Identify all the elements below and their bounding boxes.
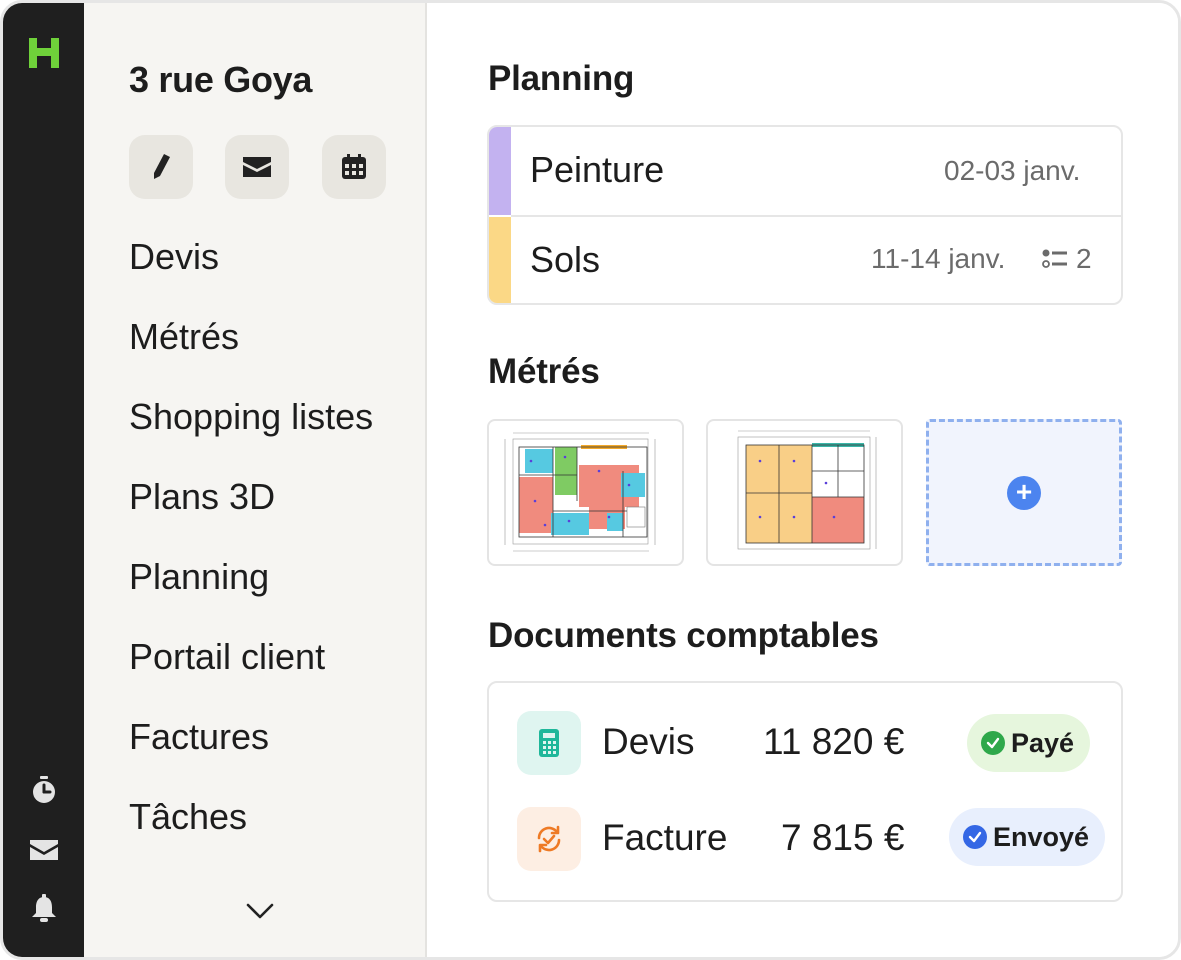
floor-plan-drawing [504, 432, 656, 552]
refresh-check-icon [517, 807, 581, 871]
status-badge-label: Envoyé [993, 821, 1090, 852]
mail-button[interactable] [225, 135, 289, 199]
nav-item-factures[interactable]: Factures [129, 713, 373, 793]
planning-row[interactable]: Peinture 02-03 janv. [489, 127, 1121, 215]
nav-item-taches[interactable]: Tâches [129, 793, 373, 873]
calculator-icon [517, 711, 581, 775]
pencil-icon [154, 154, 170, 179]
calendar-icon [342, 154, 366, 179]
planning-color-bar [489, 127, 511, 215]
app-rail [3, 3, 84, 957]
planning-color-bar [489, 217, 511, 303]
document-amount: 11 820 € [763, 721, 905, 762]
nav-item-plans-3d[interactable]: Plans 3D [129, 473, 373, 553]
project-title: 3 rue Goya [129, 59, 313, 100]
documents-heading: Documents comptables [488, 616, 879, 655]
nav-item-devis[interactable]: Devis [129, 233, 373, 313]
inbox-icon[interactable] [29, 835, 59, 865]
floor-plan-thumbnail[interactable] [487, 419, 684, 566]
plus-icon: + [1007, 475, 1041, 510]
project-overview: Planning Peinture 02-03 janv. Sols 11-14… [429, 3, 1178, 957]
floor-plan-drawing [737, 430, 877, 550]
document-row[interactable]: Facture 7 815 € Envoyé [489, 807, 1123, 877]
calendar-button[interactable] [322, 135, 386, 199]
section-nav: Devis Métrés Shopping listes Plans 3D Pl… [129, 233, 373, 873]
status-badge-label: Payé [1011, 727, 1075, 758]
document-name: Facture [602, 817, 728, 858]
subtask-count: 2 [1042, 243, 1092, 275]
nav-item-metres[interactable]: Métrés [129, 313, 373, 393]
status-badge: Payé [967, 714, 1091, 772]
chevron-down-icon[interactable] [245, 899, 275, 923]
document-row[interactable]: Devis 11 820 € Payé [489, 711, 1123, 781]
status-badge: Envoyé [949, 808, 1106, 866]
check-circle-icon [963, 825, 987, 849]
project-sidebar: 3 rue Goya Devis Métrés Shopping listes … [84, 3, 427, 957]
checklist-icon [1042, 249, 1067, 268]
planning-task-dates: 02-03 janv. [944, 155, 1081, 186]
planning-row[interactable]: Sols 11-14 janv. 2 [489, 217, 1121, 303]
check-circle-icon [981, 731, 1005, 755]
planning-task-name: Sols [530, 239, 601, 280]
planning-card: Peinture 02-03 janv. Sols 11-14 janv. 2 [487, 125, 1123, 305]
subtask-count-value: 2 [1076, 243, 1092, 274]
bell-icon[interactable] [29, 893, 59, 923]
nav-item-shopping-listes[interactable]: Shopping listes [129, 393, 373, 473]
planning-task-name: Peinture [530, 149, 665, 190]
timer-icon[interactable] [29, 775, 59, 805]
add-plan-button[interactable]: + [926, 419, 1122, 566]
floor-plan-thumbnail[interactable] [706, 419, 903, 566]
app-window: 3 rue Goya Devis Métrés Shopping listes … [0, 0, 1181, 960]
document-amount: 7 815 € [781, 817, 905, 858]
mail-icon [243, 157, 271, 177]
nav-item-portail-client[interactable]: Portail client [129, 633, 373, 713]
metres-heading: Métrés [488, 352, 600, 391]
nav-item-planning[interactable]: Planning [129, 553, 373, 633]
documents-card: Devis 11 820 € Payé Facture 7 815 € Envo… [487, 681, 1123, 902]
planning-heading: Planning [488, 59, 635, 98]
logo-icon[interactable] [29, 36, 59, 68]
planning-task-dates: 11-14 janv. [871, 243, 1006, 274]
document-name: Devis [602, 721, 695, 762]
edit-button[interactable] [129, 135, 193, 199]
